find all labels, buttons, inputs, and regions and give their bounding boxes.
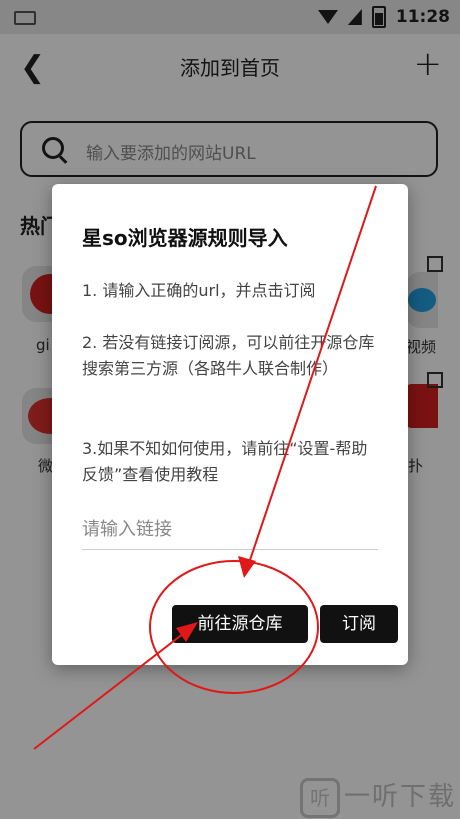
- dialog-title: 星so浏览器源规则导入: [82, 226, 288, 250]
- dialog-step-2: 2. 若没有链接订阅源，可以前往开源仓库搜索第三方源（各路牛人联合制作）: [82, 333, 375, 378]
- dialog-step-3: 3.如果不知如何使用，请前往“设置-帮助反馈”查看使用教程: [82, 439, 368, 484]
- dialog-step-1: 1. 请输入正确的url，并点击订阅: [82, 281, 316, 300]
- go-to-repo-button[interactable]: 前往源仓库: [172, 605, 308, 643]
- link-input[interactable]: [82, 509, 378, 550]
- subscribe-button[interactable]: 订阅: [320, 605, 398, 643]
- import-dialog: 星so浏览器源规则导入 1. 请输入正确的url，并点击订阅 2. 若没有链接订…: [52, 184, 408, 665]
